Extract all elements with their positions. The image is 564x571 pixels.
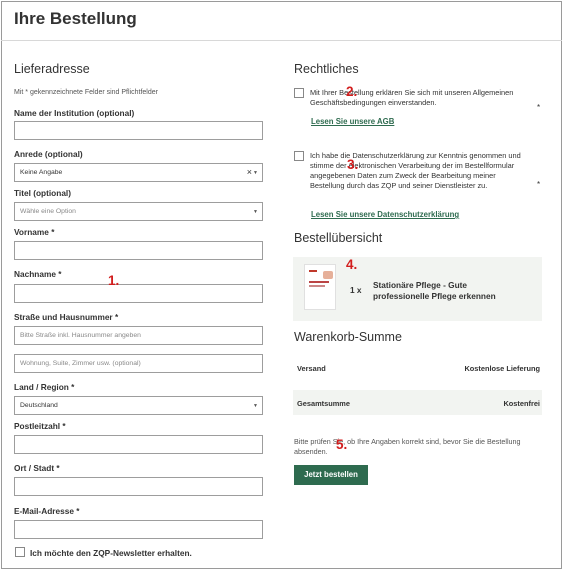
- annotation-marker-1: 1.: [108, 273, 120, 288]
- total-label: Gesamtsumme: [297, 399, 350, 408]
- terms-required-mark: *: [537, 103, 541, 112]
- address2-placeholder: Wohnung, Suite, Zimmer usw. (optional): [20, 360, 141, 367]
- newsletter-checkbox[interactable]: [15, 547, 25, 557]
- street-label: Straße und Hausnummer *: [14, 312, 119, 322]
- privacy-text: Ich habe die Datenschutzerklärung zur Ke…: [310, 151, 521, 190]
- page-title: Ihre Bestellung: [14, 9, 137, 28]
- salutation-label: Anrede (optional): [14, 149, 83, 159]
- last-name-input[interactable]: [14, 284, 263, 303]
- order-heading: Bestellübersicht: [294, 231, 383, 245]
- city-input[interactable]: [14, 477, 263, 496]
- required-note: Mit * gekennzeichnete Felder sind Pflich…: [14, 89, 158, 96]
- annotation-marker-5: 5.: [336, 437, 348, 452]
- address2-input[interactable]: Wohnung, Suite, Zimmer usw. (optional): [14, 354, 263, 373]
- street-input[interactable]: Bitte Straße inkl. Hausnummer angeben: [14, 326, 263, 345]
- order-quantity: 1 x: [350, 285, 362, 295]
- annotation-marker-2: 2.: [346, 84, 358, 99]
- privacy-required-mark: *: [537, 180, 541, 189]
- street-placeholder: Bitte Straße inkl. Hausnummer angeben: [20, 332, 141, 339]
- annotation-marker-3: 3.: [347, 157, 359, 172]
- chevron-down-icon: ▼: [253, 403, 258, 409]
- clear-icon[interactable]: ×: [247, 167, 252, 177]
- zip-input[interactable]: [14, 435, 263, 454]
- salutation-select[interactable]: Keine Angabe × ▼: [14, 163, 263, 182]
- legal-heading: Rechtliches: [294, 62, 359, 76]
- salutation-value: Keine Angabe: [20, 169, 63, 176]
- chevron-down-icon: ▼: [253, 170, 258, 176]
- country-label: Land / Region *: [14, 382, 75, 392]
- zip-label: Postleitzahl *: [14, 421, 66, 431]
- email-label: E-Mail-Adresse *: [14, 506, 80, 516]
- privacy-link[interactable]: Lesen Sie unsere Datenschutzerklärung: [311, 210, 459, 219]
- country-value: Deutschland: [20, 402, 58, 409]
- shipping-label: Versand: [297, 364, 326, 373]
- shipping-value: Kostenlose Lieferung: [464, 364, 540, 373]
- submit-order-button[interactable]: Jetzt bestellen: [294, 465, 368, 485]
- last-name-label: Nachname *: [14, 269, 62, 279]
- delivery-heading: Lieferadresse: [14, 62, 90, 76]
- privacy-checkbox[interactable]: [294, 151, 304, 161]
- country-select[interactable]: Deutschland ▼: [14, 396, 263, 415]
- chevron-down-icon: ▼: [253, 209, 258, 215]
- institution-label: Name der Institution (optional): [14, 108, 135, 118]
- first-name-label: Vorname *: [14, 227, 55, 237]
- total-value: Kostenfrei: [503, 399, 540, 408]
- title-placeholder: Wähle eine Option: [20, 208, 76, 215]
- terms-link[interactable]: Lesen Sie unsere AGB: [311, 117, 394, 126]
- product-name: Stationäre Pflege - Gute professionelle …: [373, 280, 496, 301]
- product-thumbnail: [304, 264, 336, 310]
- institution-input[interactable]: [14, 121, 263, 140]
- newsletter-label: Ich möchte den ZQP-Newsletter erhalten.: [30, 548, 192, 558]
- title-label: Titel (optional): [14, 188, 71, 198]
- terms-checkbox[interactable]: [294, 88, 304, 98]
- annotation-marker-4: 4.: [346, 257, 358, 272]
- terms-text: Mit Ihrer Bestellung erklären Sie sich m…: [310, 88, 514, 107]
- first-name-input[interactable]: [14, 241, 263, 260]
- title-divider: [1, 40, 562, 41]
- email-input[interactable]: [14, 520, 263, 539]
- check-note: Bitte prüfen Sie, ob Ihre Angaben korrek…: [294, 437, 521, 456]
- city-label: Ort / Stadt *: [14, 463, 60, 473]
- cart-heading: Warenkorb-Summe: [294, 330, 402, 344]
- title-select[interactable]: Wähle eine Option ▼: [14, 202, 263, 221]
